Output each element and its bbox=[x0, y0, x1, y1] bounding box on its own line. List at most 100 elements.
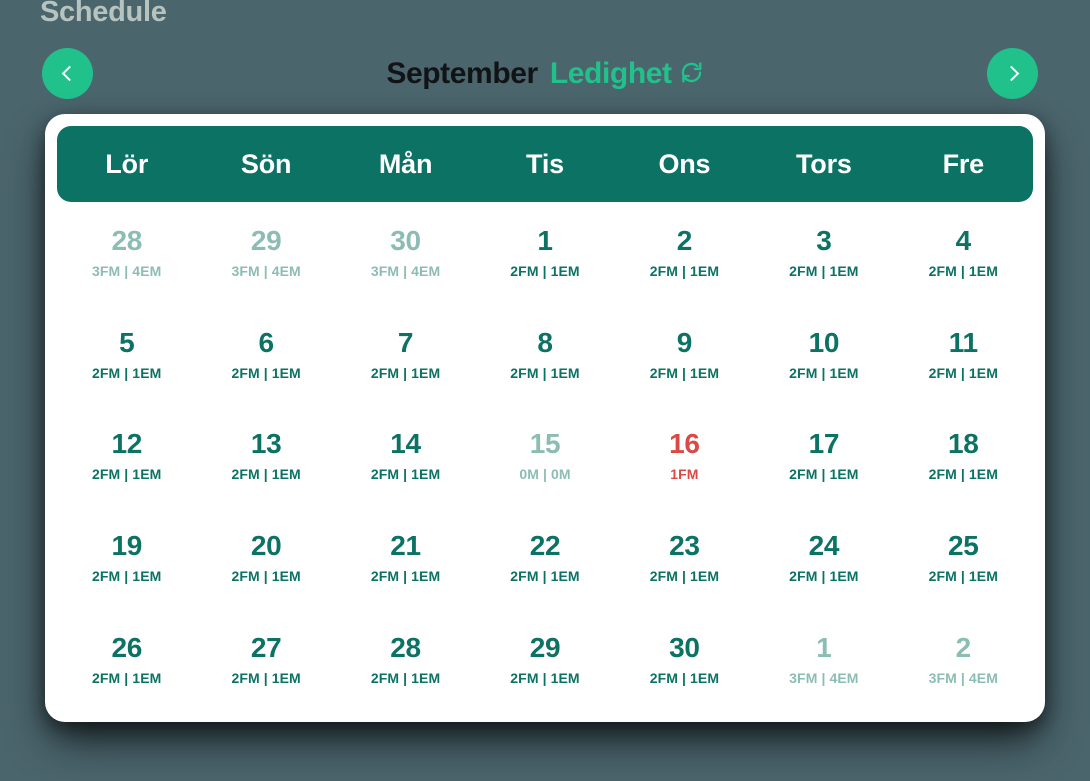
calendar-toolbar: September Ledighet bbox=[0, 48, 1090, 100]
calendar-day-cell[interactable]: 29 2FM | 1EM bbox=[475, 608, 614, 710]
calendar-day-cell[interactable]: 2 2FM | 1EM bbox=[615, 202, 754, 304]
day-slots-label: 2FM | 1EM bbox=[649, 669, 720, 686]
weekday-header-cell: Lör bbox=[105, 148, 149, 179]
day-number: 26 bbox=[111, 631, 142, 663]
weekday-header-cell: Sön bbox=[240, 148, 292, 179]
calendar-day-cell[interactable]: 20 2FM | 1EM bbox=[196, 507, 335, 609]
day-number: 27 bbox=[250, 631, 282, 663]
day-number: 10 bbox=[808, 326, 840, 358]
day-slots-label: 2FM | 1EM bbox=[92, 568, 162, 585]
calendar-day-cell[interactable]: 12 2FM | 1EM bbox=[57, 405, 196, 507]
day-number: 29 bbox=[529, 631, 561, 663]
day-slots-label: 1FM bbox=[670, 466, 699, 483]
calendar-day-cell[interactable]: 4 2FM | 1EM bbox=[894, 202, 1033, 304]
month-heading: September Ledighet bbox=[0, 54, 1090, 96]
calendar-day-cell[interactable]: 17 2FM | 1EM bbox=[754, 405, 893, 507]
weekday-header-cell: Tis bbox=[526, 148, 564, 179]
day-number: 2 bbox=[955, 631, 972, 663]
calendar-day-cell[interactable]: 14 2FM | 1EM bbox=[336, 405, 475, 507]
day-number: 16 bbox=[669, 428, 700, 460]
calendar-day-cell[interactable]: 16 1FM bbox=[615, 405, 754, 507]
calendar-day-cell[interactable]: 30 3FM | 4EM bbox=[336, 202, 475, 304]
day-slots-label: 2FM | 1EM bbox=[370, 568, 441, 585]
calendar-day-cell[interactable]: 8 2FM | 1EM bbox=[475, 304, 614, 406]
weekday-header-cell: Fre bbox=[942, 148, 985, 179]
day-slots-label: 2FM | 1EM bbox=[231, 364, 301, 381]
day-slots-label: 2FM | 1EM bbox=[510, 263, 580, 280]
day-slots-label: 2FM | 1EM bbox=[928, 263, 998, 280]
calendar-day-cell[interactable]: 30 2FM | 1EM bbox=[615, 608, 754, 710]
day-slots-label: 0M | 0M bbox=[519, 466, 571, 483]
day-number: 19 bbox=[111, 530, 142, 562]
day-slots-label: 2FM | 1EM bbox=[231, 568, 301, 585]
day-number: 14 bbox=[390, 428, 421, 460]
calendar-day-cell[interactable]: 3 2FM | 1EM bbox=[754, 202, 893, 304]
calendar-day-cell[interactable]: 1 3FM | 4EM bbox=[754, 608, 893, 710]
day-slots-label: 2FM | 1EM bbox=[510, 364, 580, 381]
calendar-day-cell[interactable]: 6 2FM | 1EM bbox=[196, 304, 335, 406]
day-slots-label: 2FM | 1EM bbox=[649, 263, 720, 280]
calendar-day-cell[interactable]: 27 2FM | 1EM bbox=[196, 608, 335, 710]
calendar-day-cell[interactable]: 2 3FM | 4EM bbox=[894, 608, 1033, 710]
day-number: 24 bbox=[808, 530, 840, 562]
calendar-day-cell[interactable]: 29 3FM | 4EM bbox=[196, 202, 335, 304]
day-slots-label: 2FM | 1EM bbox=[649, 568, 720, 585]
day-slots-label: 2FM | 1EM bbox=[789, 364, 859, 381]
day-number: 1 bbox=[537, 225, 553, 257]
calendar-day-cell[interactable]: 11 2FM | 1EM bbox=[894, 304, 1033, 406]
availability-status-label: Ledighet bbox=[549, 57, 672, 90]
calendar-day-cell[interactable]: 26 2FM | 1EM bbox=[57, 608, 196, 710]
day-number: 21 bbox=[390, 530, 421, 562]
day-slots-label: 2FM | 1EM bbox=[510, 568, 580, 585]
day-number: 12 bbox=[111, 428, 142, 460]
calendar-day-cell[interactable]: 24 2FM | 1EM bbox=[754, 507, 893, 609]
day-slots-label: 2FM | 1EM bbox=[92, 364, 162, 381]
day-number: 9 bbox=[676, 326, 693, 358]
day-number: 8 bbox=[537, 326, 553, 358]
day-number: 11 bbox=[948, 326, 978, 358]
day-slots-label: 2FM | 1EM bbox=[789, 466, 859, 483]
day-slots-label: 2FM | 1EM bbox=[789, 263, 859, 280]
calendar-day-cell[interactable]: 9 2FM | 1EM bbox=[615, 304, 754, 406]
day-slots-label: 2FM | 1EM bbox=[928, 466, 998, 483]
calendar-day-cell[interactable]: 10 2FM | 1EM bbox=[754, 304, 893, 406]
calendar-day-cell[interactable]: 7 2FM | 1EM bbox=[336, 304, 475, 406]
day-number: 22 bbox=[529, 530, 561, 562]
calendar-day-cell[interactable]: 19 2FM | 1EM bbox=[57, 507, 196, 609]
day-number: 30 bbox=[390, 225, 421, 257]
page-title: Schedule bbox=[40, 0, 167, 28]
day-slots-label: 2FM | 1EM bbox=[370, 364, 441, 381]
weekday-header-row: Lör Sön Mån Tis Ons Tors Fre bbox=[57, 126, 1033, 202]
day-slots-label: 3FM | 4EM bbox=[928, 669, 998, 686]
refresh-circle-icon[interactable] bbox=[679, 56, 704, 96]
month-name-label: September bbox=[386, 57, 538, 90]
day-number: 4 bbox=[955, 225, 972, 257]
day-number: 18 bbox=[948, 428, 979, 460]
calendar-day-cell[interactable]: 18 2FM | 1EM bbox=[894, 405, 1033, 507]
calendar-day-cell[interactable]: 25 2FM | 1EM bbox=[894, 507, 1033, 609]
day-slots-label: 2FM | 1EM bbox=[370, 466, 441, 483]
day-slots-label: 2FM | 1EM bbox=[928, 364, 998, 381]
calendar-day-cell[interactable]: 1 2FM | 1EM bbox=[475, 202, 614, 304]
weekday-header-cell: Tors bbox=[795, 148, 852, 179]
calendar-day-cell[interactable]: 15 0M | 0M bbox=[475, 405, 614, 507]
calendar-day-cell[interactable]: 5 2FM | 1EM bbox=[57, 304, 196, 406]
day-slots-label: 2FM | 1EM bbox=[231, 466, 301, 483]
calendar-day-cell[interactable]: 28 2FM | 1EM bbox=[336, 608, 475, 710]
calendar-day-cell[interactable]: 13 2FM | 1EM bbox=[196, 405, 335, 507]
next-month-button[interactable] bbox=[987, 48, 1038, 99]
day-slots-label: 3FM | 4EM bbox=[92, 263, 162, 280]
day-number: 5 bbox=[119, 326, 135, 358]
calendar-day-cell[interactable]: 23 2FM | 1EM bbox=[615, 507, 754, 609]
day-number: 23 bbox=[669, 530, 700, 562]
day-number: 3 bbox=[816, 225, 832, 257]
calendar-day-cell[interactable]: 22 2FM | 1EM bbox=[475, 507, 614, 609]
calendar-day-cell[interactable]: 21 2FM | 1EM bbox=[336, 507, 475, 609]
day-slots-label: 3FM | 4EM bbox=[370, 263, 441, 280]
day-number: 20 bbox=[250, 530, 282, 562]
day-number: 17 bbox=[808, 428, 840, 460]
day-slots-label: 2FM | 1EM bbox=[370, 669, 441, 686]
calendar-day-cell[interactable]: 28 3FM | 4EM bbox=[57, 202, 196, 304]
day-number: 2 bbox=[676, 225, 693, 257]
day-slots-label: 2FM | 1EM bbox=[231, 669, 301, 686]
